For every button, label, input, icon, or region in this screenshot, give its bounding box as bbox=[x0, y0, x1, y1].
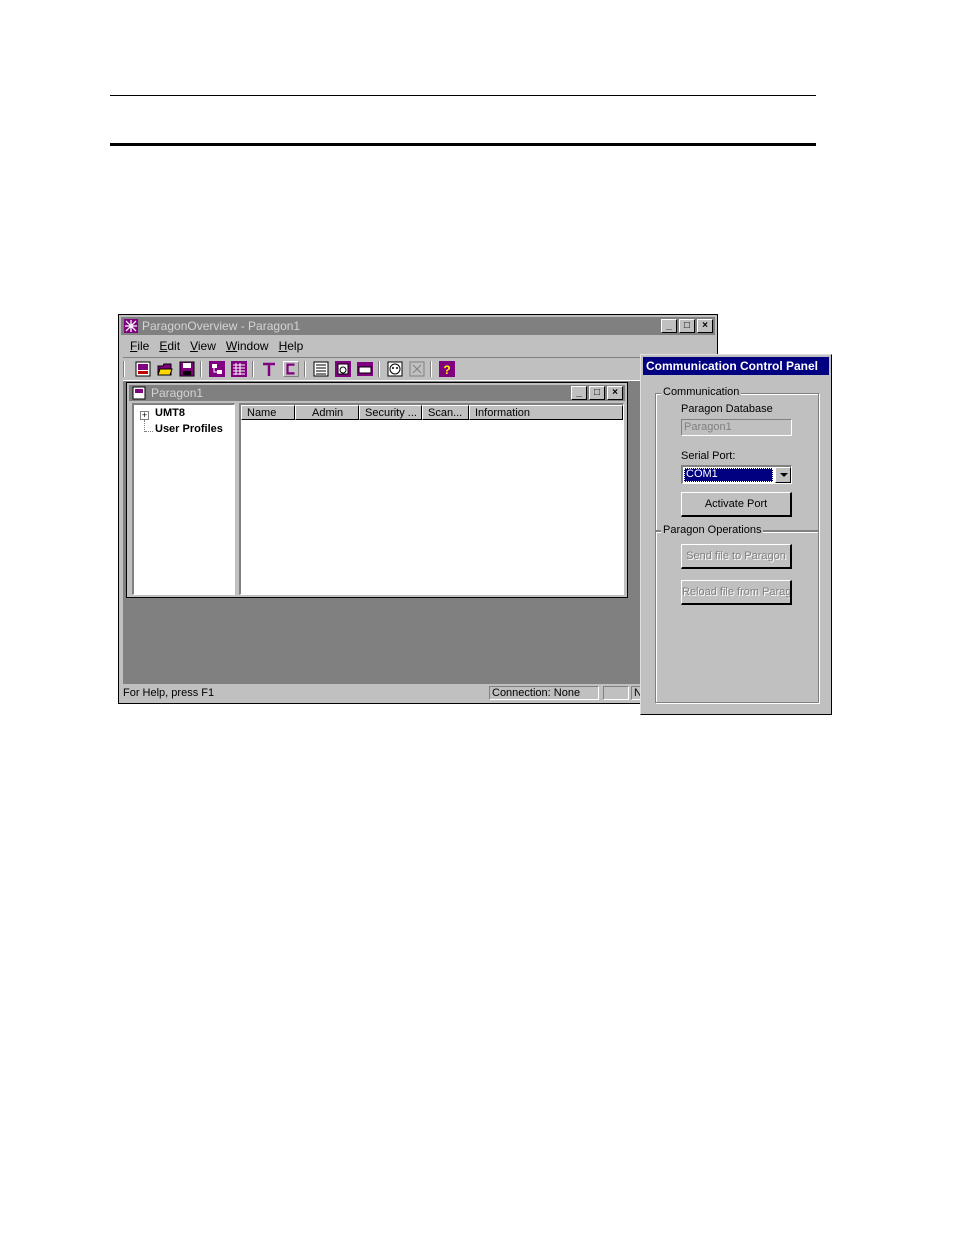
child-titlebar[interactable]: Paragon1 _ □ × bbox=[129, 385, 625, 401]
serial-port-label: Serial Port: bbox=[681, 450, 736, 462]
tree-view: + UMT8 User Profiles bbox=[132, 403, 235, 595]
mdi-client-area: Paragon1 _ □ × + UMT8 User Profiles Name… bbox=[123, 381, 642, 684]
toolbar-separator bbox=[304, 361, 306, 377]
column-header-admin[interactable]: Admin bbox=[295, 405, 359, 420]
paragon-database-field[interactable]: Paragon1 bbox=[681, 419, 792, 436]
paragon-overview-window: ParagonOverview - Paragon1 _ □ × File Ed… bbox=[118, 314, 718, 704]
toolbar-separator bbox=[430, 361, 432, 377]
toolbar-separator bbox=[252, 361, 254, 377]
paragon-operations-group-label: Paragon Operations bbox=[661, 524, 764, 537]
child-maximize-button[interactable]: □ bbox=[589, 386, 605, 400]
face-icon[interactable] bbox=[387, 361, 403, 377]
status-bar: For Help, press F1 Connection: None N bbox=[121, 685, 715, 701]
menu-window[interactable]: Window bbox=[221, 337, 274, 355]
tree-connector bbox=[145, 431, 153, 433]
column-header-security[interactable]: Security ... bbox=[359, 405, 422, 420]
ccp-titlebar[interactable]: Communication Control Panel bbox=[643, 357, 829, 375]
heading-rule bbox=[110, 143, 816, 146]
send-file-button[interactable]: Send file to Paragon bbox=[681, 544, 792, 569]
minimize-button[interactable]: _ bbox=[661, 319, 677, 333]
communication-control-panel: Communication Control Panel Communicatio… bbox=[640, 354, 832, 715]
child-title: Paragon1 bbox=[151, 386, 204, 400]
toolbar-separator bbox=[123, 361, 125, 377]
serial-port-select[interactable]: COM1 bbox=[681, 465, 792, 484]
top-rule bbox=[110, 95, 816, 96]
app-title: ParagonOverview - Paragon1 bbox=[142, 319, 301, 333]
t-icon[interactable] bbox=[261, 361, 277, 377]
document-icon bbox=[132, 386, 146, 400]
tree-node-umt8[interactable]: UMT8 bbox=[155, 407, 185, 419]
communication-group-label: Communication bbox=[661, 386, 742, 399]
app-titlebar[interactable]: ParagonOverview - Paragon1 _ □ × bbox=[121, 317, 715, 335]
help-icon[interactable]: ? bbox=[439, 361, 455, 377]
toolbar-separator bbox=[200, 361, 202, 377]
menu-bar: File Edit View Window Help bbox=[125, 337, 308, 355]
column-header-scan[interactable]: Scan... bbox=[422, 405, 469, 420]
toolbar: ? bbox=[123, 357, 713, 381]
column-header-name[interactable]: Name bbox=[241, 405, 295, 420]
toolbar-separator bbox=[378, 361, 380, 377]
paragon-database-label: Paragon Database bbox=[681, 403, 773, 415]
table-icon[interactable] bbox=[231, 361, 247, 377]
svg-text:?: ? bbox=[443, 363, 450, 377]
list-view: Name Admin Security ... Scan... Informat… bbox=[239, 403, 624, 595]
open-folder-icon[interactable] bbox=[157, 361, 173, 377]
menu-file[interactable]: File bbox=[125, 337, 154, 355]
menu-help[interactable]: Help bbox=[274, 337, 309, 355]
menu-view[interactable]: View bbox=[185, 337, 221, 355]
keyboard-icon[interactable] bbox=[357, 361, 373, 377]
reload-file-button[interactable]: Reload file from Paragon bbox=[681, 580, 792, 605]
save-icon[interactable] bbox=[179, 361, 195, 377]
phone-icon[interactable] bbox=[335, 361, 351, 377]
status-connection: Connection: None bbox=[489, 686, 599, 700]
column-header-information[interactable]: Information bbox=[469, 405, 623, 420]
menu-edit[interactable]: Edit bbox=[154, 337, 185, 355]
activate-port-button[interactable]: Activate Port bbox=[681, 492, 792, 517]
child-minimize-button[interactable]: _ bbox=[571, 386, 587, 400]
app-icon bbox=[124, 319, 138, 333]
maximize-button[interactable]: □ bbox=[679, 319, 695, 333]
paragon1-document-window: Paragon1 _ □ × + UMT8 User Profiles Name… bbox=[126, 382, 628, 598]
serial-port-value: COM1 bbox=[684, 468, 773, 482]
status-pane bbox=[603, 686, 629, 700]
child-close-button[interactable]: × bbox=[607, 386, 623, 400]
chevron-down-icon[interactable] bbox=[775, 467, 791, 483]
tree-node-user-profiles[interactable]: User Profiles bbox=[155, 423, 223, 435]
expand-icon[interactable]: + bbox=[140, 411, 149, 420]
c-icon[interactable] bbox=[283, 361, 299, 377]
db-new-icon[interactable] bbox=[135, 361, 151, 377]
status-help-text: For Help, press F1 bbox=[123, 687, 215, 699]
disabled-icon[interactable] bbox=[409, 361, 425, 377]
close-button[interactable]: × bbox=[697, 319, 713, 333]
list-icon[interactable] bbox=[313, 361, 329, 377]
users-icon[interactable] bbox=[209, 361, 225, 377]
